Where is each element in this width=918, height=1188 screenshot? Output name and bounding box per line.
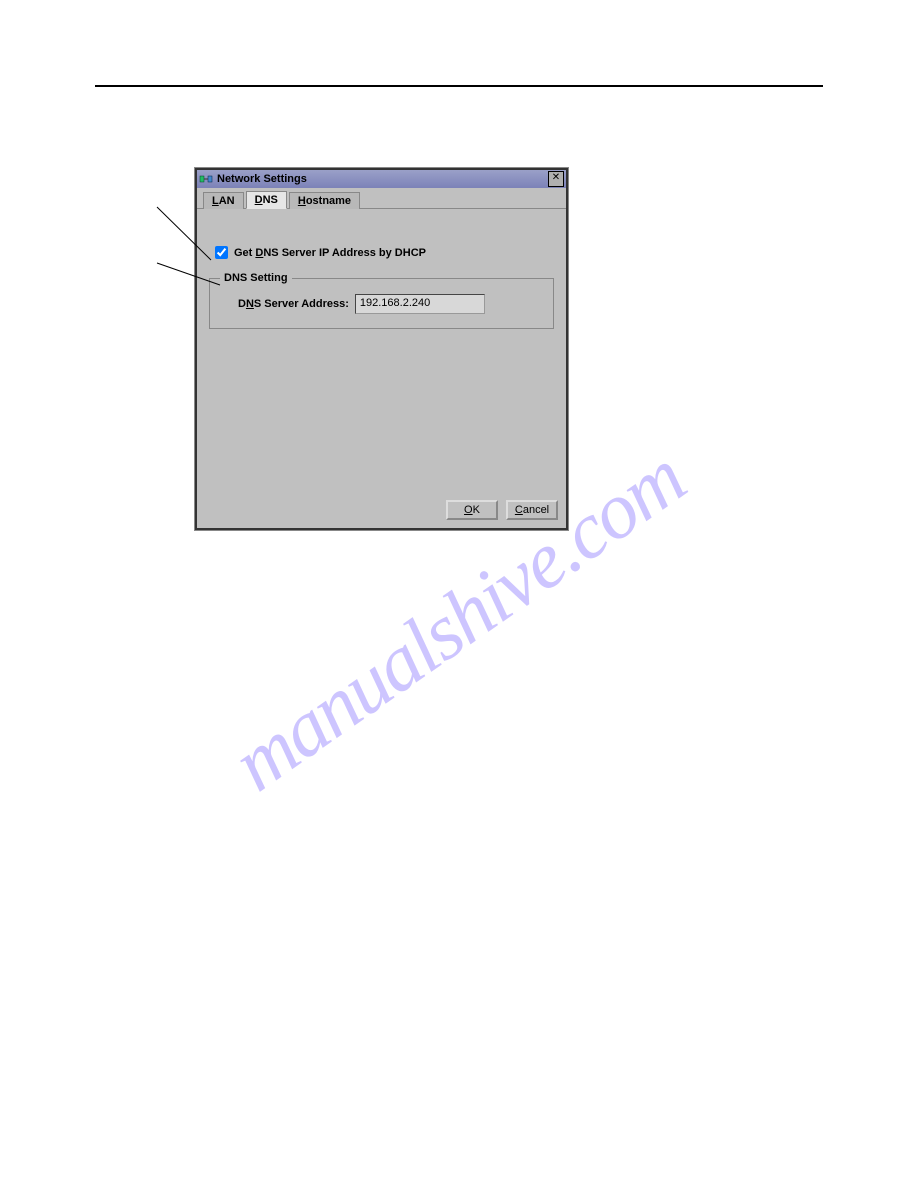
tab-dns[interactable]: DNS (246, 191, 287, 209)
dns-setting-legend: DNS Setting (220, 272, 292, 284)
chk-label-rest: NS Server IP Address by DHCP (263, 247, 426, 259)
fld-mn: N (246, 298, 254, 310)
page-divider (95, 85, 823, 87)
get-dns-by-dhcp-label: Get DNS Server IP Address by DHCP (234, 247, 426, 259)
ok-button[interactable]: OK (446, 500, 498, 520)
chk-label-prefix: Get (234, 247, 255, 259)
dns-server-address-label: DNS Server Address: (238, 298, 349, 310)
titlebar-text: Network Settings (217, 173, 548, 185)
app-icon (199, 172, 213, 186)
titlebar: Network Settings ✕ (197, 170, 566, 188)
dns-panel: Get DNS Server IP Address by DHCP DNS Se… (197, 209, 566, 494)
get-dns-by-dhcp-checkbox[interactable] (215, 246, 228, 259)
dns-server-address-input[interactable]: 192.168.2.240 (355, 294, 485, 314)
tab-hostname[interactable]: Hostname (289, 192, 360, 209)
button-row: OK Cancel (197, 494, 566, 528)
tab-dns-label: NS (263, 194, 278, 206)
cancel-mn: C (515, 504, 523, 516)
cancel-rest: ancel (523, 504, 549, 516)
network-settings-dialog: Network Settings ✕ LAN DNS Hostname Get … (195, 168, 568, 530)
fld-pre: D (238, 298, 246, 310)
cancel-button[interactable]: Cancel (506, 500, 558, 520)
dns-server-row: DNS Server Address: 192.168.2.240 (238, 294, 543, 314)
fld-rest: S Server Address: (254, 298, 349, 310)
tab-hostname-label: ostname (306, 195, 351, 207)
close-icon[interactable]: ✕ (548, 171, 564, 187)
tab-strip: LAN DNS Hostname (197, 188, 566, 209)
tab-lan[interactable]: LAN (203, 192, 244, 209)
ok-mn: O (464, 504, 473, 516)
tab-lan-label: AN (219, 195, 235, 207)
dhcp-checkbox-row: Get DNS Server IP Address by DHCP (211, 243, 552, 262)
dns-setting-group: DNS Setting DNS Server Address: 192.168.… (209, 272, 554, 329)
ok-rest: K (473, 504, 480, 516)
